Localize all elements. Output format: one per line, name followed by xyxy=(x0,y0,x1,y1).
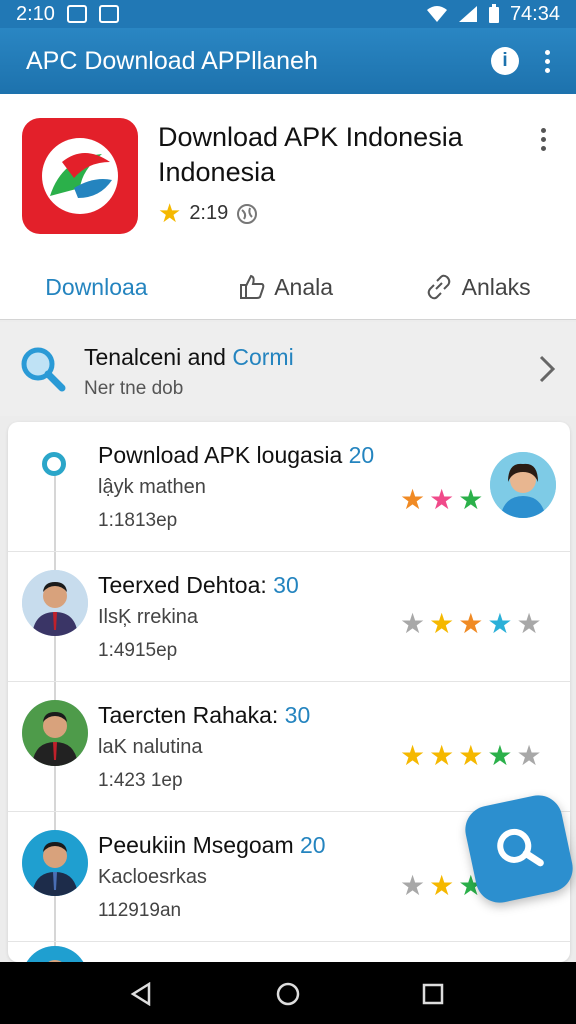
star-icon: ★ xyxy=(458,484,484,515)
avatar[interactable] xyxy=(22,570,88,636)
item-subtitle: laK nalutina xyxy=(98,736,203,758)
avatar[interactable] xyxy=(22,700,88,766)
image-icon xyxy=(98,5,119,23)
search-fab[interactable] xyxy=(460,790,576,908)
list-item[interactable]: Taercten Rahaka: 30 laK nalutina 1:423 1… xyxy=(8,682,570,812)
star-icon: ★ xyxy=(158,198,182,228)
item-subtitle: lậyk mathen xyxy=(98,476,206,498)
star-icon: ★ xyxy=(458,740,484,771)
item-subtitle: IlsĶ rrekina xyxy=(98,606,199,628)
item-subtitle: Kacloesrkas xyxy=(98,866,207,888)
rating-value: 2:19 xyxy=(189,202,229,224)
rating-row: ★ 2:19 xyxy=(158,198,258,229)
star-icon: ★ xyxy=(400,870,426,901)
star-icon: ★ xyxy=(400,484,426,515)
status-clock: 74:34 xyxy=(509,2,560,25)
back-icon[interactable] xyxy=(130,982,152,1006)
avatar[interactable] xyxy=(22,946,88,962)
star-rating: ★ ★ ★ ★ ★ xyxy=(400,742,542,770)
info-icon[interactable]: i xyxy=(491,47,519,75)
app-bar: APC Download APPllaneh i xyxy=(0,28,576,94)
app-logo xyxy=(22,118,138,234)
promo-row[interactable]: Tenalceni and Cormi Ner tne dob xyxy=(0,322,576,416)
star-icon: ★ xyxy=(429,740,455,771)
list-item[interactable]: Pownload APK lougasia 20 lậyk mathen 1:1… xyxy=(8,422,570,552)
item-name: Peeukiin Msegoam 20 xyxy=(98,832,326,858)
like-label: Anala xyxy=(274,273,334,300)
search-icon xyxy=(21,347,66,392)
status-time: 2:10 xyxy=(16,2,55,25)
app-bar-title: APC Download APPllaneh xyxy=(26,46,318,75)
star-icon: ★ xyxy=(429,608,455,639)
promo-title-main: Tenalceni and xyxy=(84,344,226,370)
star-icon: ★ xyxy=(516,608,542,639)
wifi-icon xyxy=(426,6,447,22)
promo-title-accent: Cormi xyxy=(232,344,294,370)
star-icon: ★ xyxy=(516,740,542,771)
recents-icon[interactable] xyxy=(422,983,444,1005)
search-icon xyxy=(497,828,544,867)
star-rating: ★ ★ ★ xyxy=(400,872,483,900)
item-meta: 1:4915ep xyxy=(98,640,178,661)
action-row: Downloaa Anala Anlaks xyxy=(0,262,576,312)
avatar[interactable] xyxy=(490,452,556,518)
notification-icon xyxy=(66,5,87,23)
share-label: Anlaks xyxy=(461,273,531,300)
home-icon[interactable] xyxy=(276,982,300,1006)
star-rating: ★ ★ ★ ★ ★ xyxy=(400,610,542,638)
app-header-card: Download APK Indonesia Indonesia ★ 2:19 … xyxy=(0,94,576,320)
avatar[interactable] xyxy=(22,830,88,896)
share-action[interactable]: Anlaks xyxy=(424,273,531,301)
item-meta: 1:423 1ep xyxy=(98,770,183,791)
star-icon: ★ xyxy=(400,740,426,771)
item-meta: 112919an xyxy=(98,900,182,921)
download-action[interactable]: Downloaa xyxy=(45,274,147,301)
navigation-bar xyxy=(0,962,576,1024)
list-item[interactable]: Teerxed Dehtoa: 30 IlsĶ rrekina 1:4915ep… xyxy=(8,552,570,682)
item-name: Teerxed Dehtoa: 30 xyxy=(98,572,299,598)
star-icon: ★ xyxy=(429,870,455,901)
star-icon: ★ xyxy=(458,608,484,639)
status-bar: 2:10 74:34 xyxy=(0,0,576,28)
battery-icon xyxy=(488,4,499,23)
globe-icon xyxy=(237,203,258,224)
signal-icon xyxy=(458,6,477,22)
promo-subtitle: Ner tne dob xyxy=(84,378,184,399)
item-name: Taercten Rahaka: 30 xyxy=(98,702,311,728)
download-label: Downloaa xyxy=(45,273,148,300)
thumbs-up-icon xyxy=(240,274,265,299)
star-icon: ★ xyxy=(487,740,513,771)
app-title: Download APK Indonesia Indonesia xyxy=(158,122,463,187)
item-meta: 1:1813ep xyxy=(98,510,178,531)
chevron-right-icon[interactable] xyxy=(538,354,556,384)
star-rating: ★ ★ ★ xyxy=(400,486,483,514)
location-pin-icon xyxy=(42,452,66,476)
item-name: Pownload APK lougasia 20 xyxy=(98,442,375,468)
more-options-icon[interactable] xyxy=(545,49,550,73)
star-icon: ★ xyxy=(487,608,513,639)
star-icon: ★ xyxy=(400,608,426,639)
promo-title: Tenalceni and Cormi xyxy=(84,344,294,371)
card-more-icon[interactable] xyxy=(541,128,546,151)
link-icon xyxy=(427,274,450,300)
star-icon: ★ xyxy=(429,484,455,515)
like-action[interactable]: Anala xyxy=(238,273,333,301)
